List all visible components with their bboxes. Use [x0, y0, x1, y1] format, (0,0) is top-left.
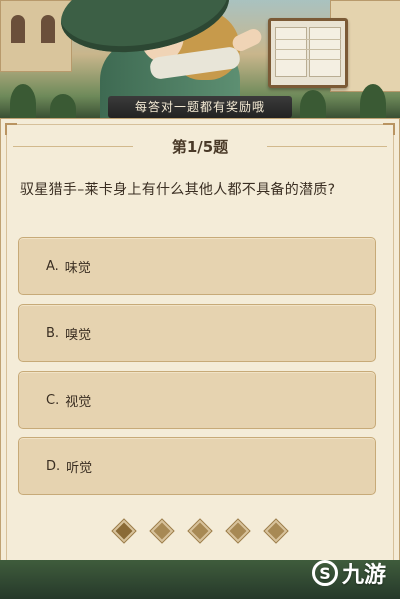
question-header: 第1/5题 [13, 129, 387, 163]
option-label: 听觉 [66, 460, 93, 476]
option-key: A. [46, 258, 59, 274]
watermark-text: 九游 [341, 563, 386, 588]
watermark: S 九游 [311, 557, 386, 589]
building-left [0, 0, 72, 72]
option-label: 嗅觉 [65, 327, 92, 343]
question-text: 驭星猎手–莱卡身上有什么其他人都不具备的潜质? [20, 182, 336, 198]
option-a[interactable]: A. 味觉 [18, 237, 376, 295]
option-key: D. [46, 458, 61, 474]
option-d[interactable]: D. 听觉 [18, 437, 376, 495]
option-label: 视觉 [65, 394, 92, 410]
option-key: B. [46, 325, 60, 341]
book-board [268, 18, 348, 88]
option-b[interactable]: B. 嗅觉 [18, 304, 376, 362]
progress-indicator [1, 519, 399, 543]
quiz-panel: 第1/5题 驭星猎手–莱卡身上有什么其他人都不具备的潜质? A. 味觉 B. 嗅… [0, 118, 400, 590]
progress-dot [112, 519, 136, 543]
option-key: C. [46, 392, 60, 408]
option-label: 味觉 [64, 260, 91, 276]
question-counter: 第1/5题 [171, 137, 229, 156]
progress-dot [150, 519, 174, 543]
progress-dot [264, 519, 288, 543]
progress-dot [188, 519, 212, 543]
progress-dot [226, 519, 250, 543]
option-c[interactable]: C. 视觉 [18, 371, 376, 429]
reward-ribbon: 每答对一题都有奖励哦 [108, 96, 292, 118]
jiuyou-logo-icon: S [311, 560, 338, 586]
